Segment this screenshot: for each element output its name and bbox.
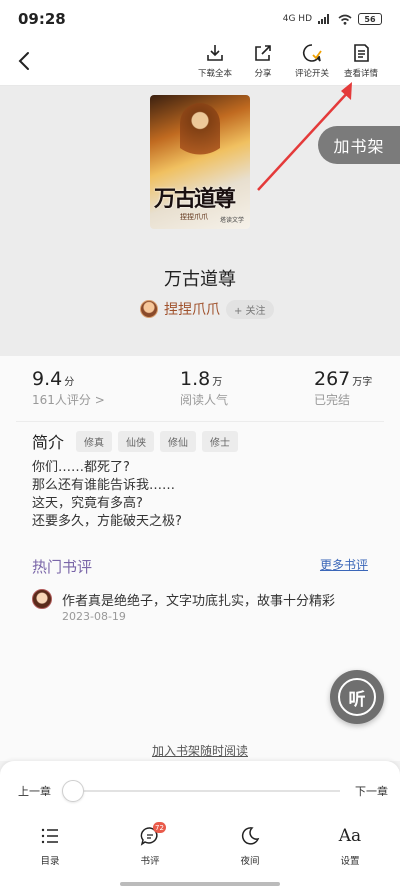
word-count-stat: 267 万字 已完结 [314, 368, 372, 408]
intro-header: 简介 修真 仙侠 修仙 修士 [32, 429, 244, 453]
synopsis-line: 还要多久，方能破天之极? [32, 514, 182, 529]
divider [16, 421, 384, 422]
nav-night-label: 夜间 [240, 856, 260, 867]
tag[interactable]: 仙侠 [118, 430, 155, 452]
popularity-stat: 1.8 万 阅读人气 [180, 368, 228, 408]
synopsis-line: 这天，究竟有多高? [32, 496, 143, 511]
popularity-value: 1.8 [180, 368, 211, 390]
chapter-slider-handle[interactable] [62, 780, 84, 802]
popularity-label: 阅读人气 [180, 393, 229, 407]
nav-reviews-label: 书评 [140, 856, 160, 867]
chapter-slider-track[interactable] [72, 790, 340, 792]
nav-night-mode[interactable]: 夜间 [220, 825, 280, 869]
review-text: 作者真是绝绝子，文字功底扎实，故事十分精彩 [62, 594, 336, 609]
tag[interactable]: 修仙 [160, 430, 197, 452]
listen-label: 听 [348, 689, 366, 710]
tag[interactable]: 修真 [76, 430, 113, 452]
nav-reviews[interactable]: 72 书评 [120, 822, 180, 869]
author-avatar[interactable] [140, 300, 158, 318]
synopsis-line: 那么还有谁能告诉我…… [32, 478, 176, 493]
add-shelf-prompt[interactable]: 加入书架随时阅读 [0, 742, 400, 759]
list-icon [41, 828, 58, 844]
tag[interactable]: 修士 [202, 430, 239, 452]
completion-status: 已完结 [314, 393, 351, 407]
nav-catalog-label: 目录 [40, 856, 60, 867]
nav-settings-label: 设置 [340, 856, 360, 867]
rating-count: 161人评分 > [32, 393, 105, 407]
moon-icon [241, 827, 260, 845]
home-indicator [120, 882, 280, 886]
word-count-unit: 万字 [352, 377, 373, 388]
more-reviews-link[interactable]: 更多书评 [320, 556, 368, 573]
rating-unit: 分 [64, 377, 75, 388]
synopsis-line: 你们……都死了? [32, 460, 130, 475]
prev-chapter-button[interactable]: 上一章 [18, 783, 51, 799]
reviewer-avatar [32, 589, 52, 609]
reading-panel: 上一章 下一章 目录 72 书评 夜间 Aa 设置 [0, 761, 400, 889]
font-size-icon: Aa [338, 826, 362, 846]
hot-reviews-heading: 热门书评 [32, 558, 93, 576]
book-title: 万古道尊 [164, 269, 236, 290]
rating-value: 9.4 [32, 368, 63, 390]
synopsis[interactable]: 你们……都死了? 那么还有谁能告诉我…… 这天，究竟有多高? 还要多久，方能破天… [32, 459, 182, 531]
rating-stat[interactable]: 9.4 分 161人评分 > [32, 368, 105, 408]
next-chapter-button[interactable]: 下一章 [355, 783, 388, 799]
headphones-icon: 听 [338, 678, 376, 716]
add-to-shelf-button[interactable]: 加书架 [318, 126, 400, 164]
review-date: 2023-08-19 [62, 610, 126, 623]
follow-button[interactable]: + 关注 [226, 299, 274, 319]
nav-settings[interactable]: Aa 设置 [320, 825, 380, 869]
intro-label: 简介 [32, 433, 65, 452]
listen-button[interactable]: 听 [330, 670, 384, 724]
author-row: 捏捏爪爪 + 关注 [140, 299, 274, 319]
nav-catalog[interactable]: 目录 [20, 825, 80, 869]
word-count-value: 267 [314, 368, 351, 390]
popularity-unit: 万 [212, 377, 223, 388]
author-name[interactable]: 捏捏爪爪 [164, 299, 220, 319]
reviews-count-badge: 72 [153, 822, 166, 833]
